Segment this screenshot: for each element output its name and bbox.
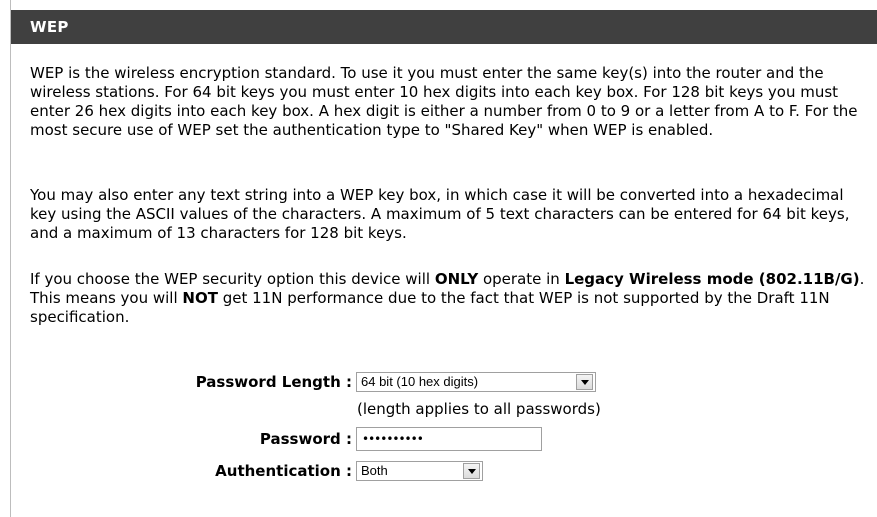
password-length-select[interactable]: 64 bit (10 hex digits) (356, 372, 596, 392)
password-length-note-row: (length applies to all passwords) (11, 397, 877, 421)
authentication-value: Both (361, 463, 388, 478)
authentication-select[interactable]: Both (356, 461, 483, 481)
wep-panel: WEP WEP is the wireless encryption stand… (10, 0, 877, 517)
password-length-label: Password Length : (195, 373, 352, 391)
password-input[interactable]: •••••••••• (356, 427, 542, 451)
description-paragraph-3: If you choose the WEP security option th… (30, 270, 870, 327)
password-length-value: 64 bit (10 hex digits) (361, 374, 479, 389)
p3-bold-legacy-mode: Legacy Wireless mode (802.11B/G) (564, 270, 860, 288)
password-label: Password : (259, 430, 352, 448)
p3-bold-not: NOT (182, 289, 218, 307)
password-row: Password : •••••••••• (11, 427, 877, 451)
chevron-down-icon[interactable] (576, 374, 593, 390)
chevron-down-icon[interactable] (463, 463, 480, 479)
p3-text-1: If you choose the WEP security option th… (30, 270, 435, 288)
authentication-row: Authentication : Both (11, 459, 877, 483)
description-paragraph-1: WEP is the wireless encryption standard.… (30, 64, 858, 139)
password-length-note: (length applies to all passwords) (357, 400, 601, 418)
authentication-label: Authentication : (215, 462, 352, 480)
password-length-row: Password Length : 64 bit (10 hex digits) (11, 370, 877, 394)
p3-bold-only: ONLY (434, 270, 479, 288)
description-paragraph-2: You may also enter any text string into … (30, 186, 850, 242)
p3-text-2: operate in (478, 270, 565, 288)
section-header: WEP (11, 10, 877, 44)
